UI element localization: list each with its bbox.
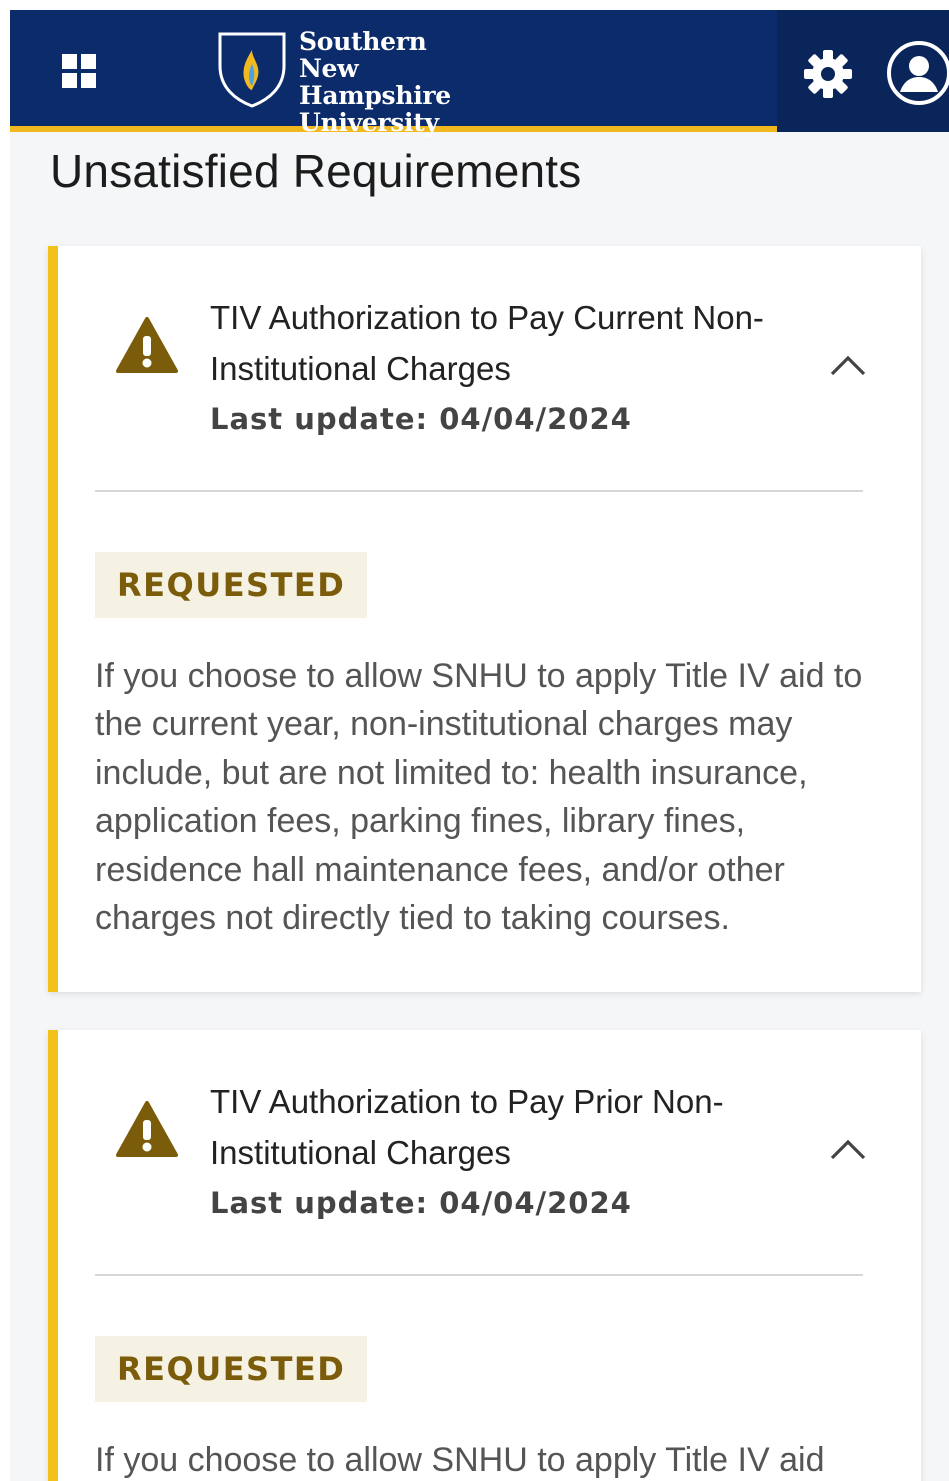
requirement-card: TIV Authorization to Pay Prior Non-Insti… [48, 1030, 921, 1481]
last-update-date: Last update: 04/04/2024 [210, 402, 632, 436]
chevron-up-icon[interactable] [826, 350, 870, 380]
requirement-description: If you choose to allow SNHU to apply Tit… [95, 1441, 825, 1479]
university-name: Southern New Hampshire University [299, 28, 516, 136]
requirement-description: If you choose to allow SNHU to apply Tit… [95, 657, 863, 938]
gear-icon[interactable] [800, 46, 856, 102]
warning-icon [116, 1101, 178, 1157]
snhu-logo[interactable]: Southern New Hampshire University [216, 28, 516, 136]
apps-grid-icon[interactable] [62, 54, 98, 90]
last-update-date: Last update: 04/04/2024 [210, 1186, 632, 1220]
status-badge: REQUESTED [95, 552, 368, 618]
requirement-title: TIV Authorization to Pay Current Non-Ins… [210, 299, 764, 387]
requirement-title: TIV Authorization to Pay Prior Non-Insti… [210, 1083, 724, 1171]
status-badge: REQUESTED [95, 1336, 368, 1402]
page: Southern New Hampshire University Unsati… [10, 10, 949, 1481]
user-avatar-icon[interactable] [886, 40, 949, 106]
logo-line-3: University [299, 108, 439, 137]
requirement-card: TIV Authorization to Pay Current Non-Ins… [48, 246, 921, 992]
page-title: Unsatisfied Requirements [50, 145, 582, 197]
shield-flame-icon [218, 32, 286, 108]
chevron-up-icon[interactable] [826, 1134, 870, 1164]
divider [95, 1274, 863, 1276]
logo-line-1: Southern [299, 27, 427, 56]
warning-icon [116, 317, 178, 373]
divider [95, 490, 863, 492]
logo-line-2: New Hampshire [299, 54, 451, 110]
top-nav-bar: Southern New Hampshire University [10, 10, 949, 136]
